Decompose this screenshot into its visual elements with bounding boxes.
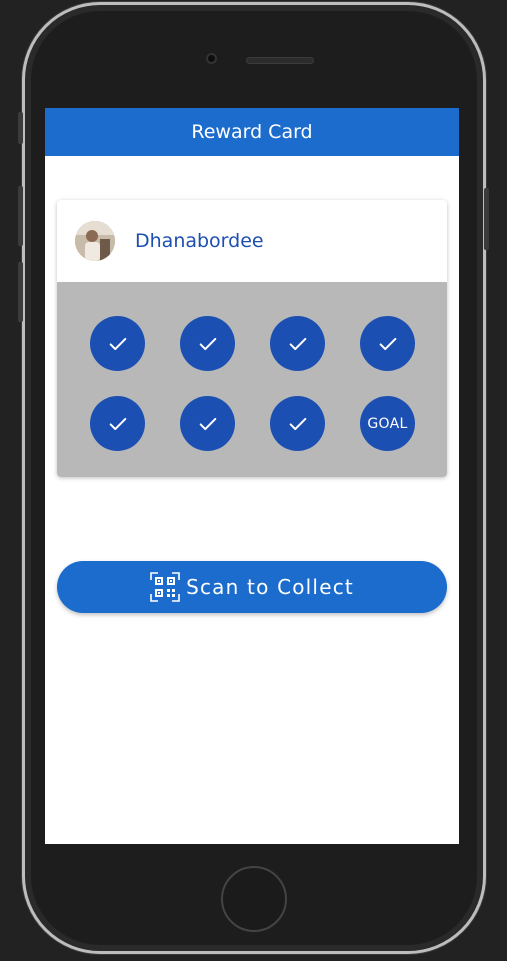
stamp-collected[interactable] (270, 316, 325, 371)
app-screen: Reward Card Dhanabordee GOAL Scan to Col… (45, 108, 459, 844)
stamp-collected[interactable] (270, 396, 325, 451)
front-camera (206, 53, 217, 64)
scan-to-collect-button[interactable]: Scan to Collect (57, 561, 447, 613)
stamp-collected[interactable] (180, 396, 235, 451)
reward-card: Dhanabordee GOAL (57, 200, 447, 477)
stamp-collected[interactable] (360, 316, 415, 371)
check-icon (199, 417, 216, 430)
app-bar: Reward Card (45, 108, 459, 156)
stamp-goal-label: GOAL (367, 415, 408, 432)
check-icon (109, 337, 126, 350)
stamp-grid: GOAL (57, 282, 447, 477)
check-icon (199, 337, 216, 350)
stamp-collected[interactable] (180, 316, 235, 371)
phone-frame: Reward Card Dhanabordee GOAL Scan to Col… (22, 2, 486, 954)
qr-code-icon (150, 572, 180, 602)
avatar-photo (75, 221, 115, 261)
home-button[interactable] (221, 866, 287, 932)
stamp-collected[interactable] (90, 396, 145, 451)
check-icon (379, 337, 396, 350)
app-bar-title: Reward Card (191, 121, 313, 143)
check-icon (289, 417, 306, 430)
mute-switch (18, 112, 23, 144)
card-header: Dhanabordee (57, 200, 447, 282)
user-name: Dhanabordee (135, 230, 264, 252)
check-icon (289, 337, 306, 350)
volume-down-button (18, 262, 23, 322)
stamp-goal[interactable]: GOAL (360, 396, 415, 451)
earpiece-speaker (246, 57, 314, 64)
check-icon (109, 417, 126, 430)
scan-button-label: Scan to Collect (186, 575, 354, 599)
power-button (484, 188, 489, 250)
volume-up-button (18, 186, 23, 246)
stamp-collected[interactable] (90, 316, 145, 371)
avatar[interactable] (75, 221, 115, 261)
